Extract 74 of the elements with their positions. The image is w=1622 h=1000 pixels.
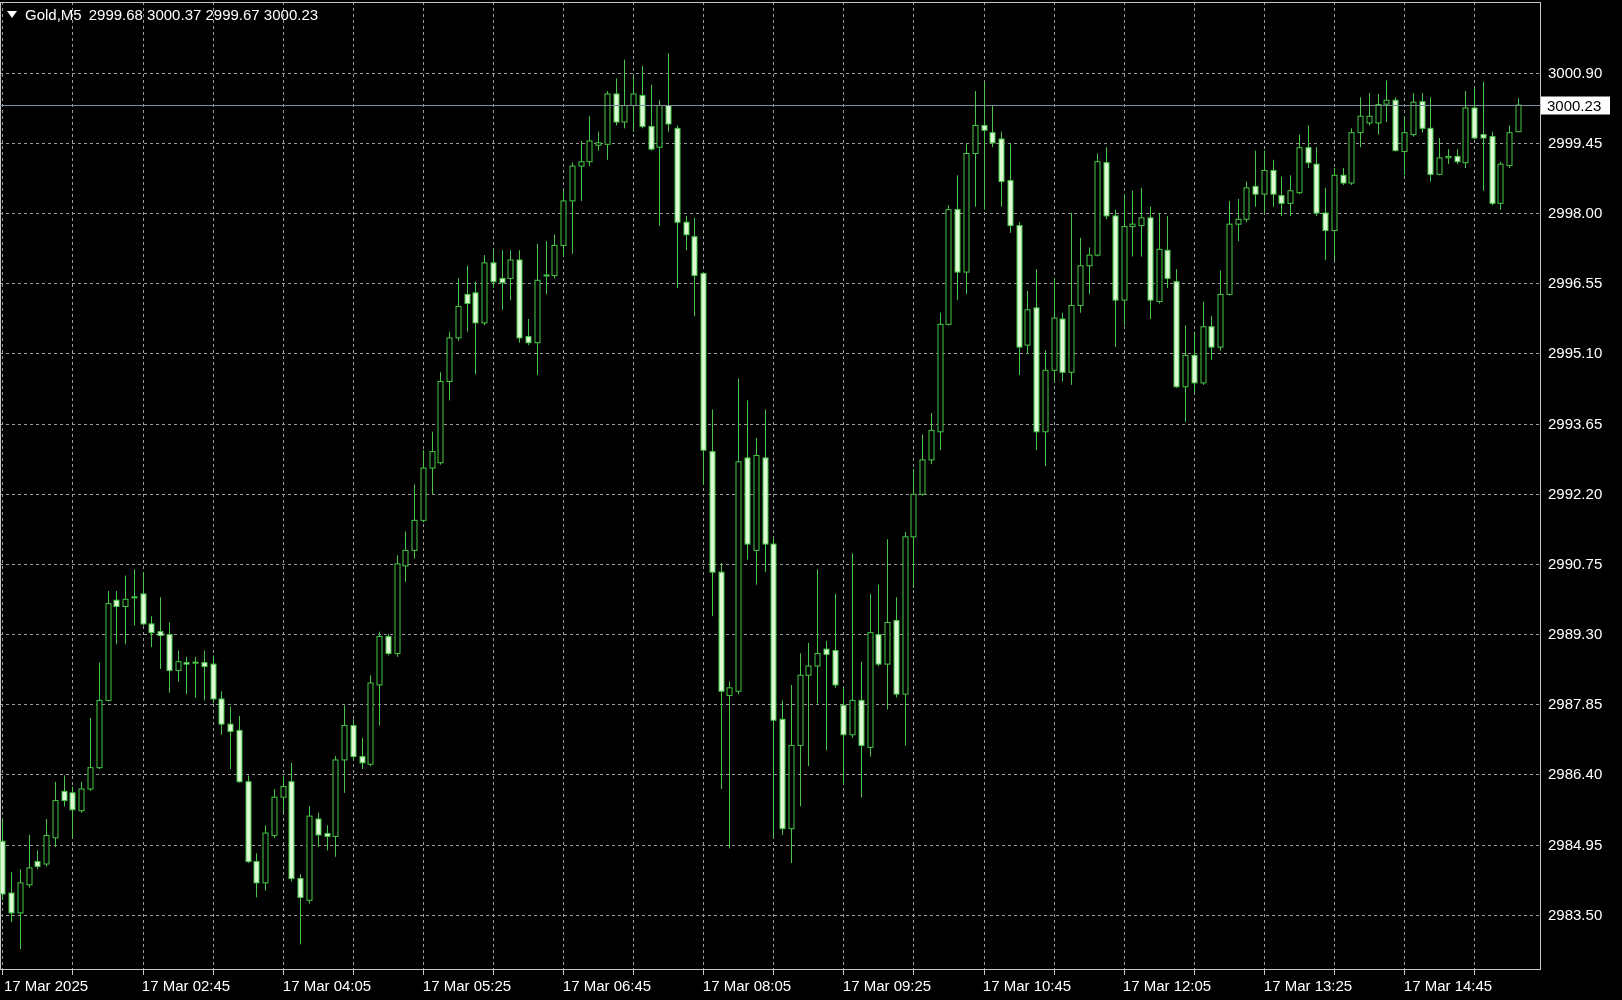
candlestick xyxy=(1191,331,1198,394)
candlestick xyxy=(271,788,278,839)
time-axis-label: 17 Mar 2025 xyxy=(3,977,89,994)
candlestick xyxy=(1506,124,1513,169)
candlestick xyxy=(1252,150,1259,208)
price-axis-label: 2995.10 xyxy=(1548,344,1603,361)
candlestick xyxy=(1296,134,1303,195)
time-axis-label: 17 Mar 04:05 xyxy=(282,977,372,994)
price-axis-label: 2992.20 xyxy=(1548,485,1603,502)
candlestick xyxy=(481,254,488,326)
candlestick xyxy=(131,568,138,626)
candlestick xyxy=(1287,174,1294,217)
price-axis-label: 2986.40 xyxy=(1548,765,1603,782)
candlestick xyxy=(490,248,497,289)
candlestick xyxy=(227,706,234,770)
candlestick xyxy=(201,650,208,701)
time-axis-label: 17 Mar 05:25 xyxy=(422,977,512,994)
candlestick xyxy=(43,818,50,867)
candlestick xyxy=(1261,150,1268,214)
candlestick xyxy=(297,873,304,945)
candlestick xyxy=(122,575,129,645)
candlestick xyxy=(385,633,392,656)
candlestick xyxy=(78,781,85,814)
candlestick xyxy=(919,434,926,497)
candlestick xyxy=(525,318,532,346)
candlestick xyxy=(1436,137,1443,176)
time-axis-label: 17 Mar 02:45 xyxy=(141,977,231,994)
candlestick xyxy=(315,812,322,848)
candlestick xyxy=(350,718,357,761)
candlestick xyxy=(8,871,15,923)
candlestick xyxy=(1445,148,1452,165)
price-axis-label: 2983.50 xyxy=(1548,906,1603,923)
candlestick xyxy=(1401,115,1408,176)
candlestick xyxy=(1515,97,1522,133)
time-axis-label: 17 Mar 09:25 xyxy=(842,977,932,994)
current-price-tag: 3000.23 xyxy=(1541,96,1610,115)
ohlc-readout: 2999.68 3000.37 2999.67 3000.23 xyxy=(88,6,319,23)
candlestick xyxy=(1392,96,1399,153)
price-axis-label: 2998.00 xyxy=(1548,204,1603,221)
price-axis-label: 3000.90 xyxy=(1548,64,1603,81)
time-axis-label: 17 Mar 06:45 xyxy=(562,977,652,994)
candlestick xyxy=(639,65,646,129)
candlestick xyxy=(1471,87,1478,140)
candlestick xyxy=(595,131,602,152)
price-axis-label: 2993.65 xyxy=(1548,415,1603,432)
ref-line-label: 3000.23 xyxy=(1547,96,1602,114)
price-axis-label: 2989.30 xyxy=(1548,625,1603,642)
candlestick xyxy=(52,781,59,848)
candlestick xyxy=(560,190,567,258)
time-axis-label: 17 Mar 13:25 xyxy=(1263,977,1353,994)
price-axis-label: 2999.45 xyxy=(1548,134,1603,151)
candlestick xyxy=(455,277,462,342)
candlestick xyxy=(1410,92,1417,138)
price-axis-label: 2990.75 xyxy=(1548,555,1603,572)
price-axis-label: 2996.55 xyxy=(1548,274,1603,291)
candlestick xyxy=(236,715,243,784)
time-axis-label: 17 Mar 14:45 xyxy=(1403,977,1493,994)
time-axis-label: 17 Mar 08:05 xyxy=(702,977,792,994)
candlestick xyxy=(166,622,173,694)
candlestick xyxy=(1357,96,1364,148)
candlestick xyxy=(604,90,611,161)
candlestick xyxy=(928,412,935,465)
price-axis-label: 2987.85 xyxy=(1548,695,1603,712)
caret-down-icon[interactable] xyxy=(7,11,17,18)
symbol-label: Gold,M5 xyxy=(25,6,82,23)
candlestick xyxy=(1366,92,1373,126)
candlestick xyxy=(192,656,199,698)
candlestick xyxy=(262,824,269,892)
candlestick xyxy=(630,75,637,133)
price-axis-label: 2984.95 xyxy=(1548,836,1603,853)
candlestick xyxy=(446,331,453,401)
candlestick xyxy=(1138,187,1145,258)
time-axis-label: 17 Mar 10:45 xyxy=(982,977,1072,994)
time-axis-label: 17 Mar 12:05 xyxy=(1122,977,1212,994)
